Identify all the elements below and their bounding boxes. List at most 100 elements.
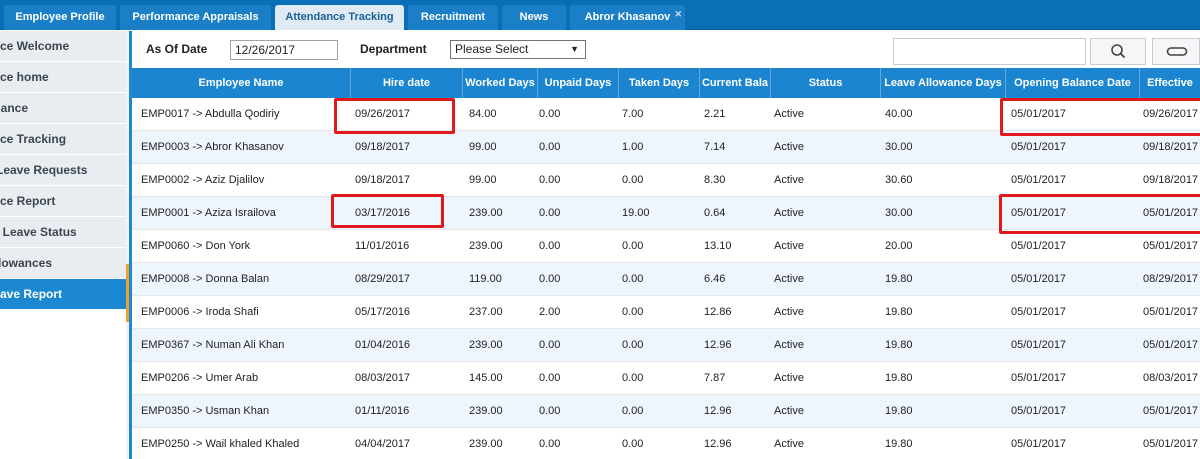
column-header-hire-date[interactable]: Hire date <box>351 68 463 98</box>
column-header-opening-balance-date[interactable]: Opening Balance Date <box>1006 68 1140 98</box>
cell-opening-balance-date: 05/01/2017 <box>1011 438 1067 450</box>
cell-taken-days: 0.00 <box>622 438 644 450</box>
sidebar-item-label: Allowances <box>0 256 53 270</box>
table-row[interactable]: EMP0002 -> Aziz Djalilov 09/18/2017 99.00 0… <box>132 164 1200 197</box>
cell-status: Active <box>774 405 804 417</box>
search-button[interactable] <box>1090 38 1146 65</box>
cell-unpaid-days: 0.00 <box>539 174 561 186</box>
cell-current-balance: 7.14 <box>704 141 726 153</box>
cell-worked-days: 239.00 <box>469 438 503 450</box>
cell-current-balance: 7.87 <box>704 372 726 384</box>
cell-opening-balance-date: 05/01/2017 <box>1011 174 1067 186</box>
cell-hire-date: 09/18/2017 <box>355 141 411 153</box>
cell-taken-days: 0.00 <box>622 372 644 384</box>
close-icon[interactable]: ✕ <box>674 2 682 27</box>
sidebar-item-label: ance Tracking <box>0 132 67 146</box>
sidebar-item-allowances[interactable]: Allowances <box>0 248 126 279</box>
sidebar-item-label: ance home <box>0 70 49 84</box>
as-of-date-label: As Of Date <box>146 42 208 56</box>
cell-worked-days: 239.00 <box>469 339 503 351</box>
sidebar-item-welcome[interactable]: ance Welcome <box>0 31 126 62</box>
cell-status: Active <box>774 372 804 384</box>
cell-opening-balance-date: 05/01/2017 <box>1011 306 1067 318</box>
cell-taken-days: 0.00 <box>622 405 644 417</box>
cell-leave-allowance-days: 19.80 <box>885 273 913 285</box>
sidebar-item-tracking[interactable]: ance Tracking <box>0 124 126 155</box>
cell-effective: 05/01/2017 <box>1143 339 1199 351</box>
column-header-taken-days[interactable]: Taken Days <box>619 68 700 98</box>
column-header-current-balance[interactable]: Current Bala <box>700 68 771 98</box>
cell-unpaid-days: 0.00 <box>539 273 561 285</box>
cell-status: Active <box>774 141 804 153</box>
cell-taken-days: 19.00 <box>622 207 650 219</box>
table-row[interactable]: EMP0350 -> Usman Khan 01/11/2016 239.00 0.0… <box>132 395 1200 428</box>
cell-unpaid-days: 0.00 <box>539 141 561 153</box>
department-select[interactable]: Please Select ▼ <box>450 40 586 59</box>
table-row[interactable]: EMP0367 -> Numan Ali Khan 01/04/2016 239.0… <box>132 329 1200 362</box>
cell-opening-balance-date: 05/01/2017 <box>1011 240 1067 252</box>
column-header-unpaid-days[interactable]: Unpaid Days <box>538 68 619 98</box>
cell-effective: 08/29/2017 <box>1143 273 1199 285</box>
cell-hire-date: 08/03/2017 <box>355 372 411 384</box>
column-header-leave-allowance-days[interactable]: Leave Allowance Days <box>881 68 1006 98</box>
refresh-button[interactable] <box>1152 38 1200 65</box>
cell-leave-allowance-days: 19.80 <box>885 405 913 417</box>
tab-employee-profile[interactable]: Employee Profile <box>4 5 116 30</box>
sidebar-item-leave-report[interactable]: Leave Report <box>0 279 126 310</box>
sidebar-item-attendance[interactable]: ndance <box>0 93 126 124</box>
tab-user-profile[interactable]: Abror Khasanov ✕ <box>570 5 685 30</box>
cell-unpaid-days: 0.00 <box>539 207 561 219</box>
column-header-employee-name[interactable]: Employee Name <box>132 68 351 98</box>
cell-employee-name: EMP0001 -> Aziza Israilova <box>141 207 276 219</box>
sidebar-item-leave-status[interactable]: ee Leave Status <box>0 217 126 248</box>
cell-status: Active <box>774 108 804 120</box>
highlight-box <box>331 194 444 228</box>
tab-attendance-tracking[interactable]: Attendance Tracking <box>275 5 404 30</box>
cell-current-balance: 12.96 <box>704 339 732 351</box>
cell-worked-days: 239.00 <box>469 207 503 219</box>
cell-opening-balance-date: 05/01/2017 <box>1011 273 1067 285</box>
sidebar-item-report[interactable]: ance Report <box>0 186 126 217</box>
table-row[interactable]: EMP0206 -> Umer Arab 08/03/2017 145.00 0.00… <box>132 362 1200 395</box>
tab-performance-appraisals[interactable]: Performance Appraisals <box>120 5 271 30</box>
sidebar-item-home[interactable]: ance home <box>0 62 126 93</box>
cell-taken-days: 7.00 <box>622 108 644 120</box>
cell-effective: 05/01/2017 <box>1143 240 1199 252</box>
cell-current-balance: 13.10 <box>704 240 732 252</box>
cell-hire-date: 01/04/2016 <box>355 339 411 351</box>
tab-user-label: Abror Khasanov <box>584 11 671 23</box>
cell-opening-balance-date: 05/01/2017 <box>1011 372 1067 384</box>
cell-current-balance: 12.96 <box>704 438 732 450</box>
tab-news[interactable]: News <box>502 5 566 30</box>
cell-effective: 09/18/2017 <box>1143 174 1199 186</box>
table-row[interactable]: EMP0250 -> Wail khaled Khaled 04/04/2017 2… <box>132 428 1200 459</box>
column-header-effective[interactable]: Effective <box>1140 68 1200 98</box>
cell-hire-date: 09/18/2017 <box>355 174 411 186</box>
cell-leave-allowance-days: 30.00 <box>885 141 913 153</box>
cell-unpaid-days: 0.00 <box>539 108 561 120</box>
cell-employee-name: EMP0367 -> Numan Ali Khan <box>141 339 285 351</box>
search-input[interactable] <box>893 38 1086 65</box>
as-of-date-input[interactable] <box>230 40 338 60</box>
cell-current-balance: 0.64 <box>704 207 726 219</box>
cell-worked-days: 119.00 <box>469 273 502 285</box>
table-row[interactable]: EMP0006 -> Iroda Shafi 05/17/2016 237.00 2.… <box>132 296 1200 329</box>
column-header-status[interactable]: Status <box>771 68 881 98</box>
column-header-worked-days[interactable]: Worked Days <box>463 68 538 98</box>
cell-worked-days: 239.00 <box>469 240 503 252</box>
search-icon <box>1111 44 1126 59</box>
tab-recruitment[interactable]: Recruitment <box>408 5 498 30</box>
sidebar-item-label: ance Welcome <box>0 39 70 53</box>
cell-hire-date: 08/29/2017 <box>355 273 411 285</box>
table-row[interactable]: EMP0008 -> Donna Balan 08/29/2017 119.00 0.… <box>132 263 1200 296</box>
cell-effective: 05/01/2017 <box>1143 438 1199 450</box>
table-row[interactable]: EMP0060 -> Don York 11/01/2016 239.00 0.00 0… <box>132 230 1200 263</box>
sidebar-item-leave-requests[interactable]: e Leave Requests <box>0 155 126 186</box>
cell-unpaid-days: 0.00 <box>539 438 561 450</box>
sidebar-item-label: ndance <box>0 101 29 115</box>
cell-employee-name: EMP0250 -> Wail khaled Khaled <box>141 438 300 450</box>
cell-hire-date: 05/17/2016 <box>355 306 411 318</box>
cell-employee-name: EMP0006 -> Iroda Shafi <box>141 306 259 318</box>
grid-header: Employee Name Hire date Worked Days Unpa… <box>132 68 1200 98</box>
cell-hire-date: 11/01/2016 <box>355 240 410 252</box>
